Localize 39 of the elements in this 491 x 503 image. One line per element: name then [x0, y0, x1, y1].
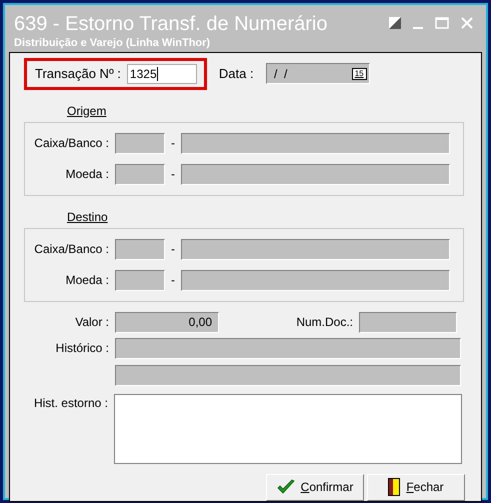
history-field[interactable] [115, 338, 461, 358]
history-field[interactable] [115, 364, 461, 386]
field-label: Caixa/Banco : [33, 135, 110, 152]
code-field[interactable] [115, 132, 165, 154]
field-label: Histórico : [54, 340, 110, 357]
separator-text: - [170, 272, 176, 289]
confirm-button[interactable]: Confirmar [266, 474, 364, 500]
separator-text: - [170, 166, 176, 183]
door-icon [388, 478, 400, 496]
transaction-field[interactable]: 1325 [126, 64, 197, 84]
field-label: Hist. estorno : [32, 394, 109, 412]
restore-icon[interactable] [389, 17, 401, 29]
group-title: Origem [67, 102, 108, 120]
field-label: Moeda : [64, 272, 110, 289]
code-field[interactable] [115, 164, 165, 184]
date-field[interactable]: / / 15 [266, 63, 370, 84]
window-subtitle: Distribuição e Varejo (Linha WinThor) [14, 36, 212, 51]
checkmark-icon [276, 479, 295, 495]
calendar-button[interactable]: 15 [352, 68, 367, 80]
description-field[interactable] [181, 132, 450, 154]
separator-text: - [170, 135, 176, 152]
description-field[interactable] [181, 270, 450, 290]
field-label: Num.Doc.: [295, 314, 354, 331]
field-label: Valor : [74, 314, 110, 331]
field-label: Caixa/Banco : [33, 241, 110, 258]
field-label: Data : [218, 64, 254, 83]
field-label: Transação Nº : [35, 64, 122, 83]
close-button[interactable]: Fechar [367, 474, 465, 500]
window-title: 639 - Estorno Transf. de Numerário [14, 13, 328, 35]
group-title: Destino [67, 208, 109, 226]
code-field[interactable] [115, 238, 165, 260]
value-field[interactable]: 0,00 [115, 312, 219, 332]
reversal-history-field[interactable] [114, 394, 462, 464]
separator-text: - [170, 241, 176, 258]
doc-number-field[interactable] [359, 312, 457, 332]
description-field[interactable] [181, 164, 450, 184]
description-field[interactable] [181, 238, 450, 260]
field-label: Moeda : [64, 166, 110, 183]
code-field[interactable] [115, 270, 165, 290]
